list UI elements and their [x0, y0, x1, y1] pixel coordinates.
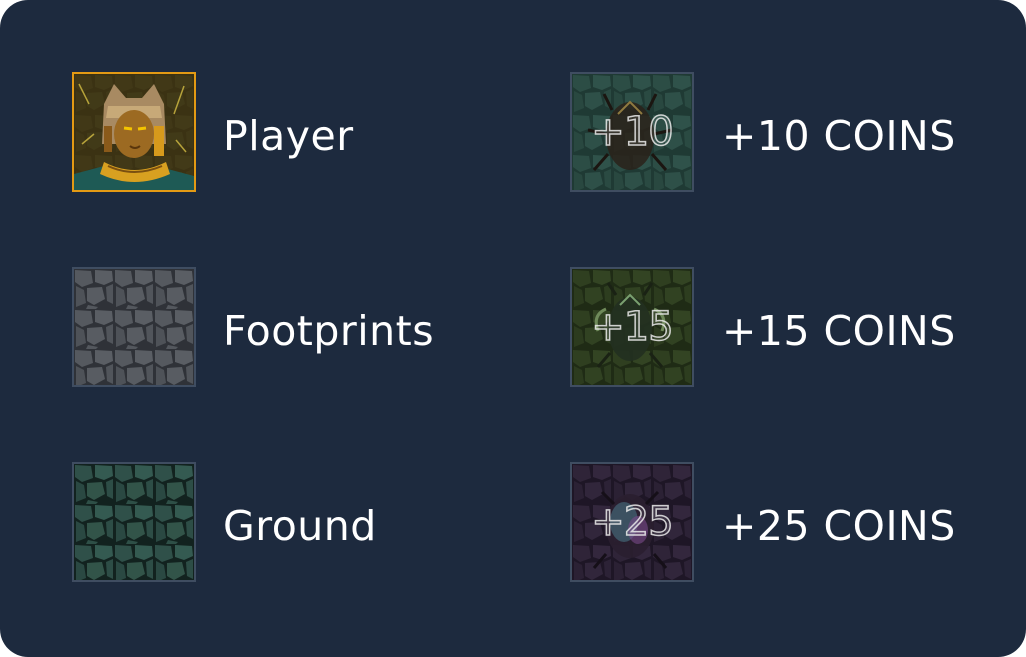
ground-label: Ground [223, 502, 377, 550]
coins-25-label: +25 COINS [722, 502, 956, 550]
coins-10-label: +10 COINS [722, 112, 956, 160]
player-label: Player [223, 112, 354, 160]
legend-panel: Player Footprints Ground +10 +10 COINS +… [0, 0, 1026, 657]
green-stone-tile-icon [72, 462, 196, 582]
coin-badge-15: +15 [591, 303, 675, 351]
scarab-green-icon: +15 [570, 267, 694, 387]
scarab-teal-icon: +10 [570, 72, 694, 192]
scarab-purple-icon: +25 [570, 462, 694, 582]
coins-15-label: +15 COINS [722, 307, 956, 355]
footprints-label: Footprints [223, 307, 435, 355]
coin-badge-10: +10 [591, 108, 675, 156]
coin-badge-25: +25 [591, 498, 675, 546]
pharaoh-cat-player-icon [72, 72, 196, 192]
grey-stone-tile-icon [72, 267, 196, 387]
